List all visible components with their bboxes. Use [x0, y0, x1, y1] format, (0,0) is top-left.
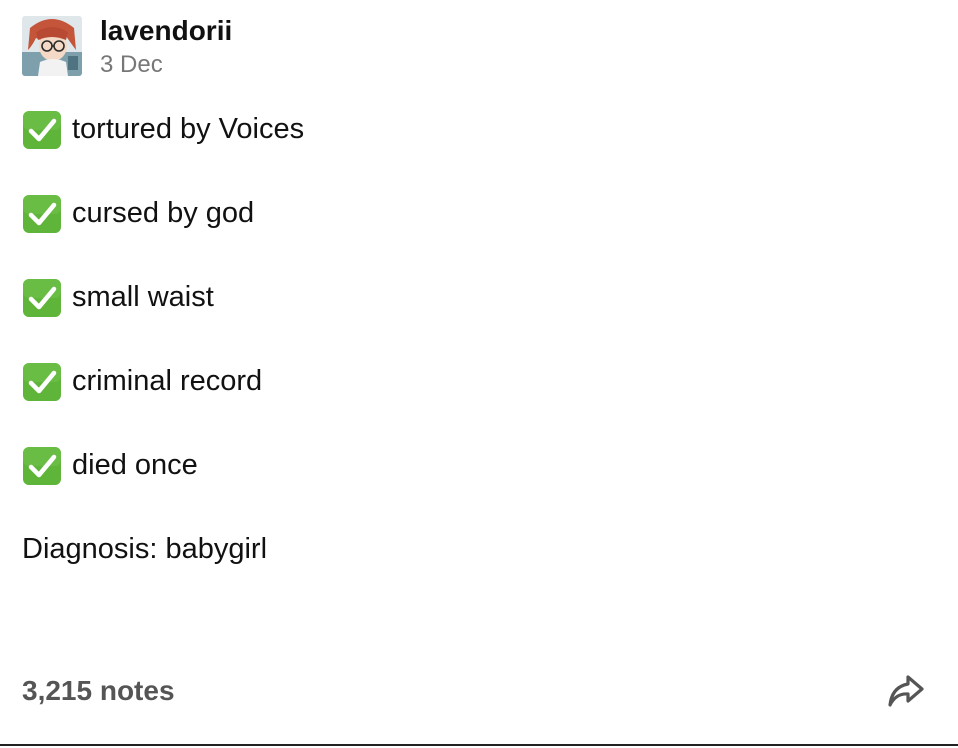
check-mark-button-icon: [22, 278, 62, 318]
check-mark-button-icon: [22, 110, 62, 150]
notes-count[interactable]: 3,215 notes: [22, 675, 175, 707]
list-item: died once: [22, 440, 922, 524]
avatar[interactable]: [22, 16, 82, 76]
check-mark-button-icon: [22, 362, 62, 402]
diagnosis-text: Diagnosis: babygirl: [22, 533, 268, 565]
post-date[interactable]: 3 Dec: [100, 50, 232, 80]
list-item-text: small waist: [72, 281, 214, 313]
check-mark-button-icon: [22, 446, 62, 486]
share-icon[interactable]: [884, 669, 928, 713]
list-item: tortured by Voices: [22, 104, 922, 188]
avatar-icon: [22, 16, 82, 76]
post-body: tortured by Voices cursed by god small w…: [22, 104, 922, 574]
check-mark-button-icon: [22, 194, 62, 234]
post: lavendorii 3 Dec tortured by Voices curs…: [0, 0, 958, 748]
list-item-text: cursed by god: [72, 197, 255, 229]
username-link[interactable]: lavendorii: [100, 16, 232, 46]
post-footer: 3,215 notes: [22, 668, 928, 714]
list-item-text: tortured by Voices: [72, 113, 305, 145]
list-item-text: died once: [72, 449, 198, 481]
divider: [0, 744, 958, 746]
list-item: cursed by god: [22, 188, 922, 272]
post-meta: lavendorii 3 Dec: [100, 16, 232, 80]
list-item-text: criminal record: [72, 365, 263, 397]
list-item: small waist: [22, 272, 922, 356]
list-item: criminal record: [22, 356, 922, 440]
post-header: lavendorii 3 Dec: [22, 16, 232, 78]
